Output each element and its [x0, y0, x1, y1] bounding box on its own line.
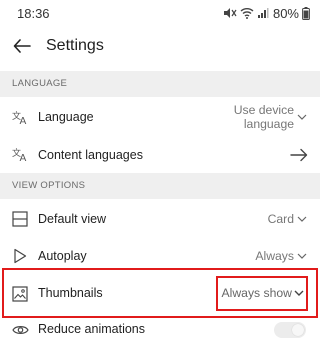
status-icons: 80% [223, 5, 310, 21]
view-layout-icon [11, 210, 29, 228]
setting-label-default-view: Default view [38, 212, 107, 226]
chevron-down-icon [296, 213, 308, 225]
setting-value-default-view: Card [267, 212, 294, 226]
wifi-icon [240, 7, 254, 19]
setting-label-reduce-animations: Reduce animations [38, 322, 146, 336]
setting-row-reduce-animations[interactable]: Reduce animations [0, 318, 320, 350]
setting-value-thumbnails[interactable]: Always show [222, 286, 292, 300]
setting-row-default-view[interactable]: Default view Card [0, 199, 320, 239]
setting-row-language[interactable]: 文 A Language Use device language [0, 97, 320, 139]
chevron-down-icon [296, 250, 308, 262]
status-bar: 18:36 80% [0, 0, 320, 28]
app-bar: Settings [0, 28, 320, 68]
setting-label-content-languages: Content languages [38, 148, 143, 162]
page-title: Settings [46, 37, 104, 54]
translate-icon: 文 A [11, 108, 29, 126]
chevron-down-icon [296, 111, 308, 123]
section-header-view-options: VIEW OPTIONS [0, 173, 320, 199]
setting-value-language-line1: Use device [233, 103, 294, 117]
reduce-animations-toggle[interactable] [274, 322, 306, 338]
signal-icon [257, 7, 269, 19]
toggle-knob [292, 324, 304, 336]
section-title-view-options: VIEW OPTIONS [12, 180, 86, 191]
mute-icon [223, 7, 237, 19]
battery-percent: 80% [272, 5, 299, 21]
setting-label-language: Language [38, 110, 94, 124]
setting-label-autoplay: Autoplay [38, 249, 87, 263]
image-icon [11, 285, 29, 303]
chevron-down-icon [293, 287, 305, 299]
battery-icon [302, 6, 310, 20]
play-icon [11, 247, 29, 265]
setting-value-language-line2: language [243, 117, 294, 131]
translate-icon: 文 A [11, 145, 29, 163]
eye-icon [11, 321, 29, 339]
back-button[interactable] [8, 34, 36, 62]
svg-text:A: A [19, 153, 26, 162]
setting-row-content-languages[interactable]: 文 A Content languages [0, 139, 320, 171]
setting-row-thumbnails[interactable]: Thumbnails Always show [0, 270, 320, 316]
arrow-right-icon [290, 148, 308, 162]
setting-value-autoplay: Always [255, 249, 294, 263]
status-time: 18:36 [17, 6, 50, 21]
setting-label-thumbnails: Thumbnails [38, 286, 103, 300]
section-title-language: LANGUAGE [12, 78, 68, 89]
arrow-left-icon [13, 38, 31, 58]
svg-text:A: A [19, 116, 26, 125]
section-header-language: LANGUAGE [0, 71, 320, 97]
setting-value-language: Use device language [234, 103, 294, 131]
